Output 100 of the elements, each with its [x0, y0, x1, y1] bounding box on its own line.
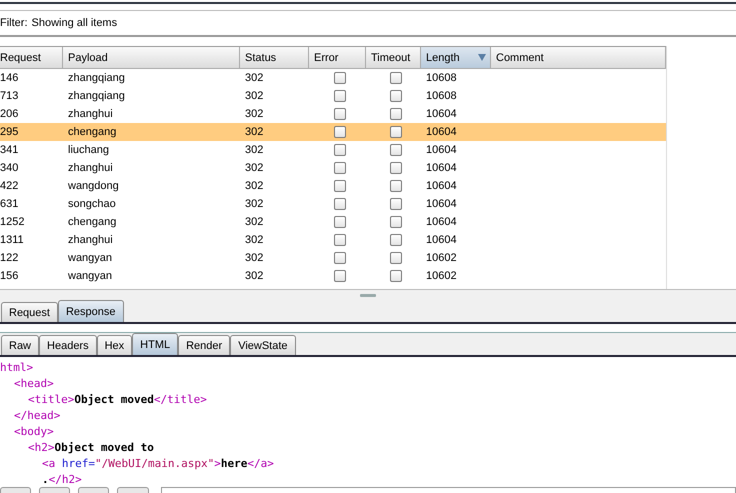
checkbox[interactable] [334, 90, 346, 102]
table-cell-text: 302 [244, 161, 264, 176]
table-cell-text: 422 [0, 179, 20, 194]
checkbox[interactable] [334, 198, 346, 210]
tab[interactable]: Response [58, 300, 124, 322]
toolbar-button[interactable] [117, 487, 149, 493]
checkbox[interactable] [334, 126, 346, 138]
table-cell-text: 1311 [0, 233, 25, 248]
table-cell-text: 10604 [425, 107, 458, 122]
tab[interactable]: Request [1, 302, 58, 322]
table-cell-text: 10604 [425, 179, 458, 194]
code-line: html> [0, 360, 34, 376]
checkbox[interactable] [390, 180, 402, 192]
code-line: </head> [14, 408, 60, 424]
checkbox[interactable] [390, 252, 402, 264]
table-cell-text: liuchang [67, 143, 110, 158]
table-cell-text: 302 [244, 143, 264, 158]
table-cell-text: 302 [244, 251, 264, 266]
toolbar-button[interactable] [0, 487, 32, 493]
tab[interactable]: ViewState [230, 335, 296, 355]
table-cell-text: 302 [244, 233, 264, 248]
tab[interactable]: Render [178, 335, 230, 355]
table-cell-text: 341 [0, 143, 20, 158]
column-header[interactable]: Status [240, 47, 309, 68]
checkbox[interactable] [334, 144, 346, 156]
table-cell-text: 146 [0, 71, 20, 86]
splitter-handle[interactable] [360, 294, 376, 296]
table-cell-text: 10602 [425, 269, 458, 284]
table-cell-text: 10608 [425, 71, 458, 86]
checkbox[interactable] [390, 126, 402, 138]
checkbox[interactable] [334, 180, 346, 192]
column-header[interactable]: Error [309, 47, 366, 68]
table-cell-text: 713 [0, 89, 20, 104]
column-header[interactable]: Payload [63, 47, 240, 68]
checkbox[interactable] [390, 234, 402, 246]
table-cell-text: zhanghui [67, 107, 114, 122]
filter-label: Filter: [0, 17, 28, 29]
checkbox[interactable] [390, 198, 402, 210]
toolbar-button[interactable] [78, 487, 110, 493]
table-cell-text: 302 [244, 215, 264, 230]
table-cell-text: zhangqiang [67, 71, 126, 86]
checkbox[interactable] [334, 108, 346, 120]
table-cell-text: chengang [67, 215, 118, 230]
tab[interactable]: Hex [96, 335, 132, 355]
code-line: <title>Object moved</title> [28, 392, 207, 408]
checkbox[interactable] [334, 162, 346, 174]
column-header[interactable]: Length [421, 47, 491, 68]
filter-bar[interactable]: Filter: Showing all items [0, 10, 736, 37]
table-cell-text: wangyan [67, 251, 114, 266]
table-cell-text: 295 [0, 125, 20, 140]
checkbox[interactable] [390, 108, 402, 120]
table-cell-text: 302 [244, 197, 264, 212]
code-line: <h2>Object moved to [28, 440, 154, 456]
table-cell-text: wangyan [67, 269, 114, 284]
table-cell-text: zhangqiang [67, 89, 126, 104]
table-cell-text: 10604 [425, 125, 458, 140]
checkbox[interactable] [390, 216, 402, 228]
table-cell-text: 302 [244, 125, 264, 140]
checkbox[interactable] [390, 162, 402, 174]
table-cell-text: zhanghui [67, 233, 114, 248]
table-cell-text: 10608 [425, 89, 458, 104]
tab[interactable]: HTML [132, 333, 178, 355]
table-cell-text: 631 [0, 197, 20, 212]
tab[interactable]: Headers [39, 335, 97, 355]
column-header[interactable]: Timeout [366, 47, 421, 68]
table-cell-text: 10604 [425, 161, 458, 176]
table-cell-text: wangdong [67, 179, 120, 194]
checkbox[interactable] [334, 252, 346, 264]
code-line: <a href="/WebUI/main.aspx">here</a> [42, 456, 274, 472]
table-cell-text: 122 [0, 251, 20, 266]
code-line: .</h2> [42, 472, 82, 487]
table-cell-text: zhanghui [67, 161, 114, 176]
toolbar-button[interactable] [39, 487, 70, 493]
checkbox[interactable] [390, 270, 402, 282]
table-cell-text: 302 [244, 71, 264, 86]
checkbox[interactable] [390, 72, 402, 84]
column-header[interactable]: Comment [491, 47, 666, 68]
search-field[interactable] [160, 487, 736, 493]
sort-descending-icon [478, 54, 486, 61]
table-cell-text: songchao [67, 197, 117, 212]
checkbox[interactable] [334, 216, 346, 228]
checkbox[interactable] [334, 270, 346, 282]
column-header[interactable]: Request [0, 47, 63, 68]
tab[interactable]: Raw [1, 335, 40, 355]
code-line: <body> [14, 424, 54, 440]
table-cell-text: chengang [67, 125, 118, 140]
checkbox[interactable] [334, 72, 346, 84]
table-cell-text: 10602 [425, 251, 458, 266]
table-cell-text: 302 [244, 179, 264, 194]
table-cell-text: 302 [244, 89, 264, 104]
table-row[interactable]: 295 chengang 302 10604 [0, 123, 666, 141]
checkbox[interactable] [334, 234, 346, 246]
table-cell-text: 10604 [425, 143, 458, 158]
code-line: <head> [14, 376, 54, 392]
checkbox[interactable] [390, 90, 402, 102]
table-cell-text: 10604 [425, 233, 458, 248]
table-cell-text: 1252 [0, 215, 26, 230]
table-cell-text: 302 [244, 269, 264, 284]
checkbox[interactable] [390, 144, 402, 156]
table-cell-text: 10604 [425, 215, 458, 230]
